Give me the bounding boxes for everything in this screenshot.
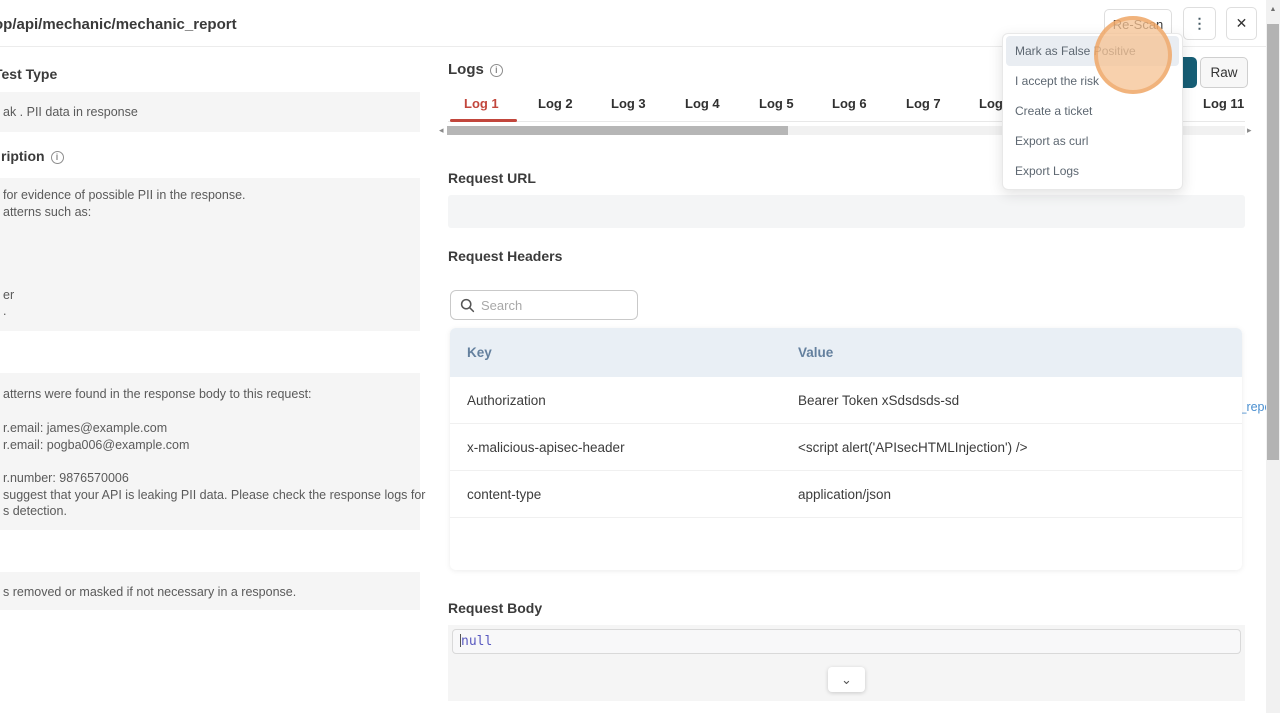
- menu-item-export-curl[interactable]: Export as curl: [1006, 126, 1179, 156]
- info-icon: i: [51, 151, 64, 164]
- findings-line: r.number: 9876570006: [3, 471, 129, 485]
- page-title: op/api/mechanic/mechanic_report: [0, 16, 237, 33]
- scroll-up-icon[interactable]: ▲: [1266, 6, 1280, 13]
- tab-scroll-right-icon[interactable]: ▸: [1247, 125, 1252, 136]
- request-headers-table: Key Value Authorization Bearer Token xSd…: [450, 328, 1242, 570]
- close-button[interactable]: ✕: [1226, 7, 1257, 40]
- findings-line: r.email: james@example.com: [3, 421, 167, 435]
- description-line: atterns such as:: [3, 205, 91, 219]
- request-headers-heading: Request Headers: [448, 248, 562, 264]
- menu-item-create-ticket[interactable]: Create a ticket: [1006, 96, 1179, 126]
- tab-log-11[interactable]: Log 11: [1203, 96, 1244, 111]
- request-url-box: GET: http://crapi.apisec.ai/workshop/api…: [448, 195, 1245, 228]
- header-value: <script alert('APIsecHTMLInjection') />: [798, 440, 1027, 455]
- findings-line: suggest that your API is leaking PII dat…: [3, 488, 425, 502]
- tab-log-2[interactable]: Log 2: [538, 96, 573, 111]
- request-body-box: null ⌄: [448, 625, 1245, 701]
- search-input[interactable]: [451, 291, 637, 319]
- request-url-heading: Request URL: [448, 170, 536, 186]
- request-body-heading: Request Body: [448, 600, 542, 616]
- kebab-menu-button[interactable]: ⋮: [1183, 7, 1216, 40]
- header-value: Bearer Token xSdsdsds-sd: [798, 393, 959, 408]
- expand-body-button[interactable]: ⌄: [828, 667, 865, 692]
- menu-item-export-logs[interactable]: Export Logs: [1006, 156, 1179, 186]
- menu-item-accept-risk[interactable]: I accept the risk: [1006, 66, 1179, 96]
- tabs-scrollbar-thumb[interactable]: [447, 126, 788, 135]
- tab-log-3[interactable]: Log 3: [611, 96, 646, 111]
- raw-view-button[interactable]: Raw: [1200, 57, 1248, 88]
- test-type-value-box: ak . PII data in response: [0, 92, 420, 132]
- rescan-button-label: Re-Scan: [1113, 17, 1164, 32]
- description-line: .: [3, 304, 6, 318]
- kebab-dropdown-menu: Mark as False Positive I accept the risk…: [1002, 33, 1183, 190]
- description-box: for evidence of possible PII in the resp…: [0, 178, 420, 331]
- logs-heading: Logsi: [448, 61, 503, 78]
- table-row: content-type application/json: [450, 471, 1242, 518]
- test-type-heading: Test Type: [0, 66, 57, 82]
- table-row: x-malicious-apisec-header <script alert(…: [450, 424, 1242, 471]
- tab-log-6[interactable]: Log 6: [832, 96, 867, 111]
- column-header-key: Key: [467, 345, 492, 360]
- page-scrollbar-track[interactable]: ▲: [1266, 0, 1280, 713]
- test-type-value: ak . PII data in response: [3, 105, 138, 119]
- info-icon: i: [490, 64, 503, 77]
- issue-detail-window: op/api/mechanic/mechanic_report Re-Scan …: [0, 0, 1280, 713]
- findings-line: atterns were found in the response body …: [3, 387, 312, 401]
- header-value: application/json: [798, 487, 891, 502]
- active-tab-underline: [450, 119, 517, 122]
- chevron-down-icon: ⌄: [841, 672, 852, 688]
- description-line: for evidence of possible PII in the resp…: [3, 188, 246, 202]
- remediation-box: s removed or masked if not necessary in …: [0, 572, 420, 610]
- column-header-value: Value: [798, 345, 833, 360]
- page-scrollbar-thumb[interactable]: [1267, 24, 1279, 460]
- table-header-row: Key Value: [450, 328, 1242, 377]
- remediation-line: s removed or masked if not necessary in …: [3, 585, 296, 599]
- search-box: [450, 290, 638, 320]
- tab-log-1[interactable]: Log 1: [464, 96, 499, 111]
- header-key: Authorization: [467, 393, 546, 408]
- close-icon: ✕: [1236, 15, 1248, 32]
- request-body-value-wrap: null: [460, 634, 492, 649]
- tab-log-7[interactable]: Log 7: [906, 96, 941, 111]
- request-body-editor-line[interactable]: null: [452, 629, 1241, 654]
- table-row: Authorization Bearer Token xSdsdsds-sd: [450, 377, 1242, 424]
- findings-line: s detection.: [3, 504, 67, 518]
- raw-view-label: Raw: [1210, 65, 1237, 80]
- description-heading: riptioni: [1, 148, 64, 164]
- kebab-icon: ⋮: [1193, 15, 1207, 32]
- menu-item-mark-false-positive[interactable]: Mark as False Positive: [1006, 36, 1179, 66]
- request-body-value: null: [461, 634, 492, 649]
- header-key: x-malicious-apisec-header: [467, 440, 625, 455]
- findings-box: atterns were found in the response body …: [0, 373, 420, 530]
- tab-scroll-left-icon[interactable]: ◂: [439, 125, 444, 136]
- description-line: er: [3, 288, 14, 302]
- tab-log-4[interactable]: Log 4: [685, 96, 720, 111]
- tab-log-5[interactable]: Log 5: [759, 96, 794, 111]
- findings-line: r.email: pogba006@example.com: [3, 438, 189, 452]
- header-key: content-type: [467, 487, 541, 502]
